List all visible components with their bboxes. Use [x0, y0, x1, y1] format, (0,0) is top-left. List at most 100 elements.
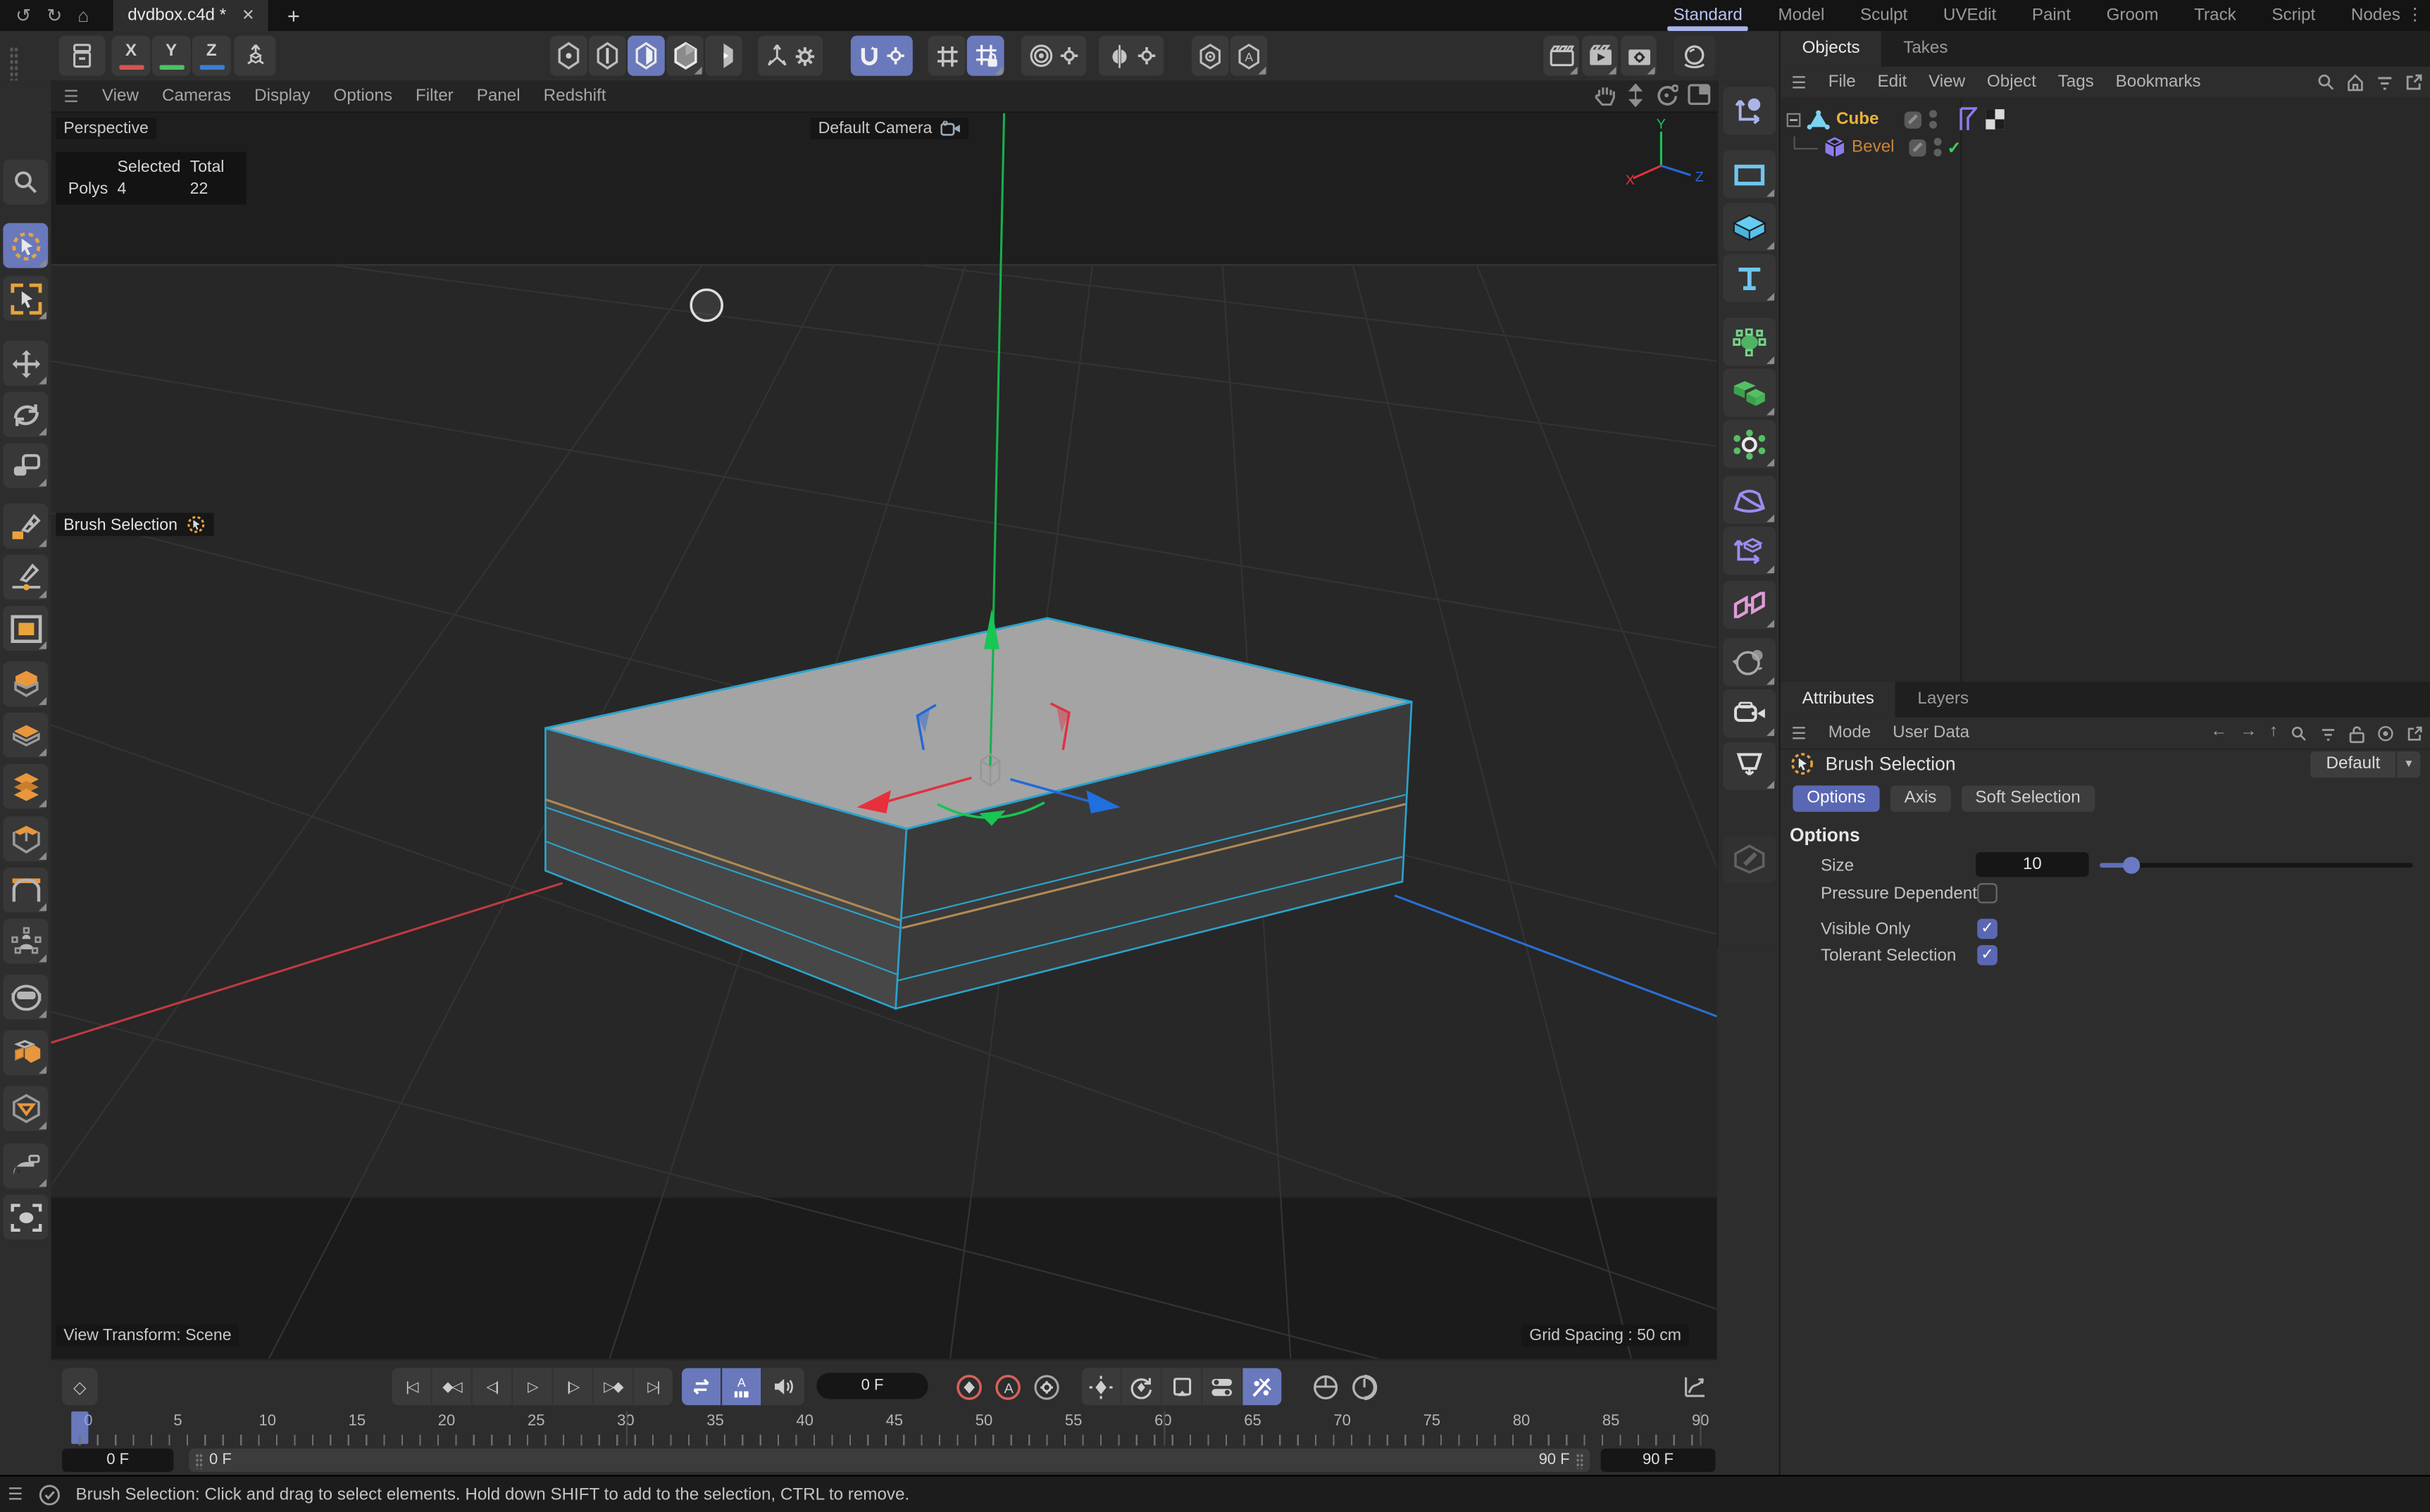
objects-menu-tags[interactable]: Tags	[2058, 73, 2094, 91]
attributes-menu-icon[interactable]: ☰	[1791, 723, 1807, 743]
deformer-object-button[interactable]	[1723, 475, 1776, 523]
extrude-inner-tool-button[interactable]	[3, 816, 48, 861]
lock-icon[interactable]	[2349, 725, 2364, 744]
viewport-menu-view[interactable]: View	[102, 87, 139, 105]
object-name-cube[interactable]: Cube	[1836, 110, 1879, 128]
bridge-tool-button[interactable]	[3, 868, 48, 913]
orbit-icon[interactable]	[1655, 84, 1678, 107]
viewport-3d-canvas[interactable]: Perspective SelectedTotal Polys422 Defau…	[51, 111, 1717, 1360]
search-icon[interactable]	[2317, 73, 2335, 91]
phong-tag-icon[interactable]	[1958, 107, 1976, 132]
render-view-button[interactable]	[1543, 36, 1579, 76]
transport-button[interactable]: ▷◆	[594, 1368, 634, 1406]
iron-tool-button[interactable]	[3, 1144, 48, 1189]
visibility-dots[interactable]	[1933, 138, 1941, 156]
transport-button[interactable]: |◁	[392, 1368, 432, 1406]
visible-only-checkbox[interactable]: ✓	[1977, 919, 1998, 939]
grid-button[interactable]	[928, 36, 966, 76]
home-icon[interactable]: ⌂	[77, 5, 89, 27]
cube-primitive-button[interactable]	[1723, 203, 1776, 251]
field-object-button[interactable]	[1723, 318, 1776, 365]
text-object-button[interactable]	[1723, 254, 1776, 302]
viewport-menu-panel[interactable]: Panel	[477, 87, 521, 105]
workspace-tab[interactable]: Nodes	[2351, 0, 2400, 31]
keyframe-settings-button[interactable]	[1028, 1368, 1066, 1406]
objects-menu-file[interactable]: File	[1828, 73, 1856, 91]
active-camera-label[interactable]: Default Camera	[811, 118, 968, 139]
open-in-new-icon[interactable]	[2405, 73, 2423, 91]
dolly-zoom-icon[interactable]	[1626, 84, 1646, 107]
camera-view-label[interactable]: Perspective	[56, 118, 156, 139]
symmetry-button[interactable]	[1099, 36, 1164, 76]
range-left-grip[interactable]	[195, 1453, 203, 1468]
transport-button[interactable]: ◆◁	[432, 1368, 473, 1406]
redo-icon[interactable]: ↻	[46, 5, 62, 27]
objects-menu-bookmarks[interactable]: Bookmarks	[2116, 73, 2201, 91]
preset-dropdown[interactable]: Default ▼	[2311, 751, 2421, 777]
remesh-button[interactable]	[3, 1086, 48, 1131]
scale-tool-button[interactable]	[3, 443, 48, 488]
tab-objects[interactable]: Objects	[1781, 31, 1882, 67]
range-start-field[interactable]: 0 F	[62, 1449, 173, 1472]
objects-menu-edit[interactable]: Edit	[1878, 73, 1907, 91]
close-tab-icon[interactable]: ✕	[242, 7, 254, 24]
render-picture-viewer-button[interactable]	[1582, 36, 1618, 76]
object-row-bevel[interactable]: Bevel ✓	[1787, 133, 1962, 161]
move-tool-button[interactable]	[3, 341, 48, 386]
target-icon[interactable]	[2377, 725, 2394, 742]
simulation-object-button[interactable]	[1723, 420, 1776, 468]
key-rotation-button[interactable]	[1122, 1368, 1162, 1406]
extrude-tool-button[interactable]	[3, 713, 48, 758]
timeline-ruler[interactable]: 051015202530354045505560657075808590	[51, 1411, 1717, 1445]
motion-object-button[interactable]	[1723, 527, 1776, 575]
spline-primitive-button[interactable]	[1723, 150, 1776, 198]
enable-toggle[interactable]	[1904, 111, 1921, 127]
tab-attributes[interactable]: Attributes	[1781, 682, 1896, 718]
spline-pen-tool-button[interactable]	[3, 504, 48, 549]
spline-point-tool-button[interactable]	[3, 555, 48, 600]
lock-z-axis-button[interactable]: Z	[192, 36, 231, 76]
rotate-tool-button[interactable]	[3, 392, 48, 437]
bevel-tool-button[interactable]	[3, 661, 48, 706]
tab-button-axis[interactable]: Axis	[1890, 785, 1950, 811]
size-slider-handle[interactable]	[2123, 856, 2140, 873]
open-timeline-button[interactable]	[1678, 1368, 1712, 1406]
enable-toggle[interactable]	[1908, 139, 1925, 156]
polygons-mode-button[interactable]	[628, 36, 665, 76]
open-in-new-icon[interactable]	[2407, 725, 2424, 742]
object-row-cube[interactable]: Cube	[1787, 106, 2005, 134]
lock-x-axis-button[interactable]: X	[111, 36, 150, 76]
current-frame-field[interactable]: 0 F	[816, 1373, 928, 1399]
symmetry-object-button[interactable]	[1723, 581, 1776, 629]
object-mode-button[interactable]	[705, 36, 742, 76]
range-right-grip[interactable]	[1576, 1453, 1583, 1468]
loop-playback-button[interactable]	[682, 1368, 722, 1406]
points-mode-button[interactable]	[550, 36, 587, 76]
attributes-menu-mode[interactable]: Mode	[1828, 723, 1871, 742]
size-value-field[interactable]: 10	[1976, 852, 2089, 877]
key-position-button[interactable]	[1082, 1368, 1122, 1406]
home-icon[interactable]	[2346, 73, 2364, 91]
pan-hand-icon[interactable]	[1595, 84, 1616, 107]
pressure-dependent-checkbox[interactable]	[1977, 883, 1998, 904]
snap-button[interactable]	[851, 36, 913, 76]
history-forward-icon[interactable]: →	[2240, 722, 2257, 744]
key-parameters-button[interactable]	[1202, 1368, 1242, 1406]
workspace-tab[interactable]: Standard	[1674, 0, 1743, 31]
tab-button-options[interactable]: Options	[1793, 785, 1879, 811]
transport-button[interactable]: ▷|	[634, 1368, 673, 1406]
play-sound-button[interactable]	[762, 1368, 804, 1406]
search-icon[interactable]	[2291, 725, 2307, 742]
transport-button[interactable]: |▷	[553, 1368, 593, 1406]
tab-button-soft-selection[interactable]: Soft Selection	[1962, 785, 2095, 811]
tolerant-selection-checkbox[interactable]: ✓	[1977, 945, 1998, 966]
viewport-filter-search-button[interactable]	[3, 160, 48, 205]
workspace-tab[interactable]: Model	[1778, 0, 1824, 31]
rectangle-selection-tool-button[interactable]	[3, 276, 48, 321]
coordinate-system-button[interactable]	[59, 36, 106, 76]
light-object-button[interactable]	[1723, 742, 1776, 790]
go-up-icon[interactable]: ↑	[2269, 722, 2278, 744]
auto-axis-button[interactable]: A	[1230, 36, 1268, 76]
status-menu-icon[interactable]: ☰	[8, 1485, 23, 1505]
record-keyframe-button[interactable]: ◇	[62, 1368, 98, 1406]
